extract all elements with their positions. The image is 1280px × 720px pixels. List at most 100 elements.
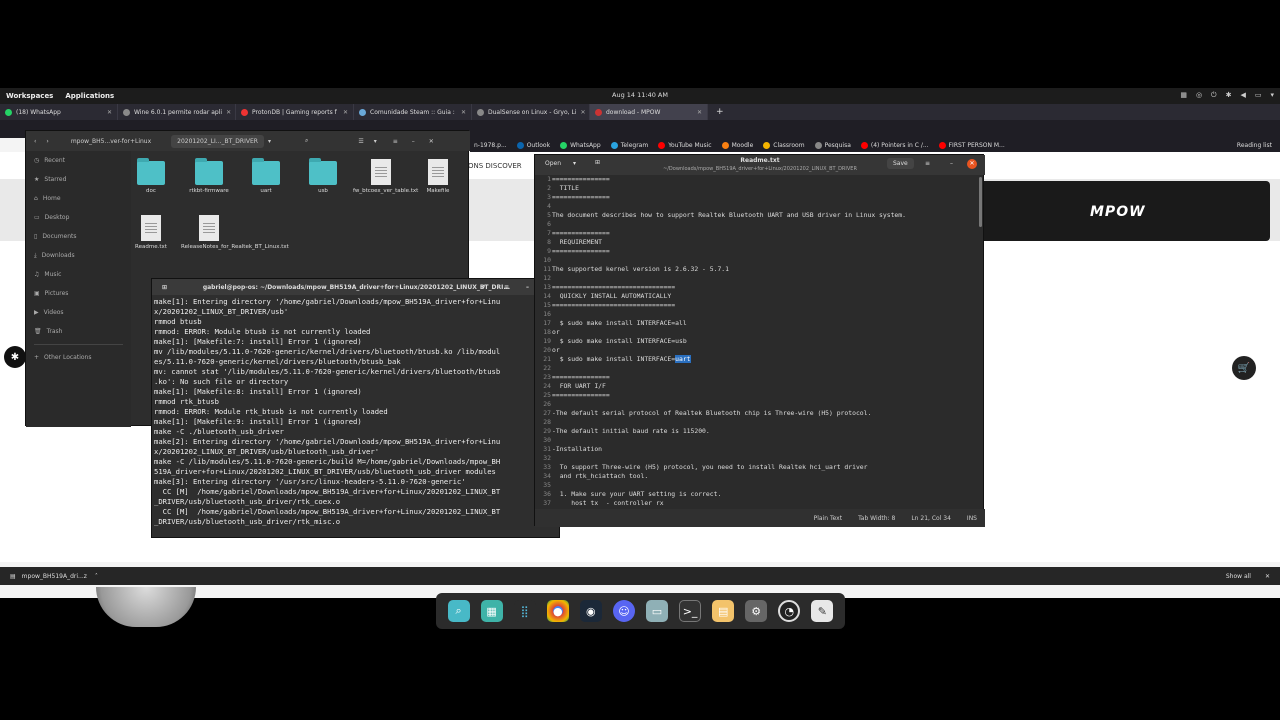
forward-icon[interactable]: › xyxy=(46,138,48,145)
sidebar-item-music[interactable]: ♫ Music xyxy=(26,265,131,284)
bookmark-telegram[interactable]: Telegram xyxy=(610,141,648,149)
save-button[interactable]: Save xyxy=(887,158,914,169)
accessibility-button[interactable]: ✱ xyxy=(4,346,26,368)
chevron-up-icon[interactable]: ˄ xyxy=(95,573,98,580)
sidebar-item-recent[interactable]: ◷ Recent xyxy=(26,151,131,170)
file-item-rtkbt-firmware[interactable]: rtkbt-firmware xyxy=(181,158,237,195)
reading-list[interactable]: Reading list xyxy=(1237,142,1280,149)
close-icon[interactable]: ✕ xyxy=(226,109,231,116)
close-icon[interactable]: ✕ xyxy=(429,138,434,145)
tab-width-selector[interactable]: Tab Width: 8 xyxy=(858,515,895,522)
tab-steam[interactable]: Comunidade Steam :: Guia : ✕ xyxy=(354,104,472,120)
clock[interactable]: Aug 14 11:40 AM xyxy=(0,91,1280,99)
file-item-readme[interactable]: Readme.txt xyxy=(123,215,179,251)
files-icon[interactable]: ▭ xyxy=(646,600,668,622)
new-tab-button[interactable]: + xyxy=(708,107,732,117)
sidebar-item-documents[interactable]: ▯ Documents xyxy=(26,227,131,246)
close-icon[interactable]: ✕ xyxy=(697,109,702,116)
menu-icon[interactable]: ≡ xyxy=(504,284,509,291)
site-icon xyxy=(123,108,130,116)
sidebar-item-desktop[interactable]: ▭ Desktop xyxy=(26,208,131,227)
app-grid-icon[interactable]: ⣿ xyxy=(513,600,536,622)
tab-wine[interactable]: Wine 6.0.1 permite rodar apli ✕ xyxy=(118,104,236,120)
sidebar-item-home[interactable]: ⌂ Home xyxy=(26,189,131,208)
show-all-button[interactable]: Show all xyxy=(1226,573,1251,580)
tab-protondb[interactable]: ProtonDB | Gaming reports f ✕ xyxy=(236,104,354,120)
chrome-icon[interactable]: ● xyxy=(546,600,569,622)
minimize-icon[interactable]: – xyxy=(526,284,529,291)
menu-icon[interactable]: ▾ xyxy=(1270,91,1274,100)
steam-icon[interactable]: ◉ xyxy=(579,600,602,622)
terminal-icon[interactable]: >_ xyxy=(679,600,702,622)
file-item-fw-btcoex[interactable]: fw_btcoex_ver_table.txt xyxy=(353,159,418,195)
battery-icon[interactable]: ▭ xyxy=(1255,91,1262,100)
bookmark-whatsapp[interactable]: WhatsApp xyxy=(560,141,601,149)
discord-icon[interactable]: ☺ xyxy=(612,600,635,622)
bookmark-pointers[interactable]: (4) Pointers in C /... xyxy=(860,141,929,149)
sidebar-item-downloads[interactable]: ⤓ Downloads xyxy=(26,246,131,265)
download-item[interactable]: mpow_BH519A_dri...z xyxy=(22,573,87,580)
view-list-icon[interactable]: ☰ xyxy=(358,138,363,145)
cursor-position[interactable]: Ln 21, Col 34 xyxy=(911,515,951,522)
text-editor-icon[interactable]: ✎ xyxy=(811,600,834,622)
bookmark-outlook[interactable]: Outlook xyxy=(516,141,550,149)
close-icon[interactable]: ✕ xyxy=(967,159,977,169)
bluetooth-icon[interactable]: ✱ xyxy=(1226,91,1232,100)
tab-whatsapp[interactable]: (18) WhatsApp ✕ xyxy=(0,104,118,120)
close-icon[interactable]: ✕ xyxy=(107,109,112,116)
terminal-output[interactable]: make[1]: Entering directory '/home/gabri… xyxy=(154,297,559,537)
editor-content[interactable]: 1 2 3 4 5 6 7 8 9 10 11 12 13 14 15 16 1… xyxy=(535,175,975,509)
path-dropdown-icon[interactable]: ▾ xyxy=(268,138,271,145)
sidebar-item-pictures[interactable]: ▣ Pictures xyxy=(26,284,131,303)
close-icon[interactable]: ✕ xyxy=(580,109,585,116)
sync-icon[interactable]: ◎ xyxy=(1196,91,1202,100)
editor-text[interactable]: =============== TITLE =============== Th… xyxy=(552,175,975,508)
close-icon[interactable]: ✕ xyxy=(343,109,348,116)
volume-icon[interactable]: ◀ xyxy=(1240,91,1245,100)
cart-button[interactable]: 🛒 xyxy=(1232,356,1256,380)
bookmark-first-person[interactable]: FIRST PERSON M... xyxy=(938,141,1005,149)
search-icon[interactable]: ⌕ xyxy=(305,137,308,145)
file-item-uart[interactable]: uart xyxy=(238,158,294,195)
back-icon[interactable]: ‹ xyxy=(34,138,36,145)
sidebar-item-other-locations[interactable]: + Other Locations xyxy=(26,348,131,367)
file-item-doc[interactable]: doc xyxy=(123,158,179,195)
menu-icon[interactable]: ≡ xyxy=(393,138,398,145)
network-icon[interactable]: ▦ xyxy=(1180,91,1187,100)
bookmark-pesquisa[interactable]: Pesquisa xyxy=(814,141,851,149)
close-icon[interactable]: ✕ xyxy=(1265,573,1270,580)
file-item-usb[interactable]: usb xyxy=(295,158,351,195)
new-tab-icon[interactable]: ⊞ xyxy=(162,284,167,291)
sidebar-item-starred[interactable]: ★ Starred xyxy=(26,170,131,189)
path-segment[interactable]: mpow_BH5...ver-for+Linux xyxy=(71,138,151,145)
file-item-makefile[interactable]: Makefile xyxy=(410,159,466,195)
tab-dualsense[interactable]: DualSense on Linux - Gryo, Li ✕ xyxy=(472,104,590,120)
workspaces-app-icon[interactable]: ⌕ xyxy=(447,600,470,622)
path-current[interactable]: 20201202_LI..._BT_DRIVER xyxy=(171,134,264,148)
language-selector[interactable]: Plain Text xyxy=(814,515,842,522)
nav-discover[interactable]: ONS DISCOVER xyxy=(468,162,522,170)
software-icon[interactable]: ▦ xyxy=(480,600,503,622)
settings-icon[interactable]: ⚙ xyxy=(745,600,768,622)
file-item-releasenotes[interactable]: ReleaseNotes_for_Realtek_BT_Linux.txt xyxy=(181,215,289,251)
system-tray[interactable]: ▦ ◎ ⏻ ✱ ◀ ▭ ▾ xyxy=(1180,91,1274,100)
minimize-icon[interactable]: – xyxy=(950,160,953,167)
tab-mpow[interactable]: download - MPOW ✕ xyxy=(590,104,708,120)
terminal-window[interactable]: ⊞ gabriel@pop-os: ~/Downloads/mpow_BH519… xyxy=(151,278,561,538)
document-viewer-icon[interactable]: ▤ xyxy=(712,600,735,622)
menu-icon[interactable]: ≡ xyxy=(925,160,930,167)
bookmark-classroom[interactable]: Classroom xyxy=(763,141,805,149)
sidebar-item-videos[interactable]: ▶ Videos xyxy=(26,303,131,322)
close-icon[interactable]: ✕ xyxy=(461,109,466,116)
bookmark-moodle[interactable]: Moodle xyxy=(721,141,753,149)
editor-scrollbar[interactable] xyxy=(979,177,982,227)
view-options-icon[interactable]: ▾ xyxy=(374,138,377,145)
obs-icon[interactable]: ◔ xyxy=(778,600,801,622)
power-icon[interactable]: ⏻ xyxy=(1211,91,1217,100)
search-icon[interactable]: ⌕ xyxy=(482,283,485,291)
bookmark-item[interactable]: n-1978.p... xyxy=(474,142,507,149)
insert-mode[interactable]: INS xyxy=(967,515,977,522)
minimize-icon[interactable]: – xyxy=(412,138,415,145)
sidebar-item-trash[interactable]: 🗑 Trash xyxy=(26,322,131,341)
bookmark-youtube-music[interactable]: YouTube Music xyxy=(658,141,712,149)
